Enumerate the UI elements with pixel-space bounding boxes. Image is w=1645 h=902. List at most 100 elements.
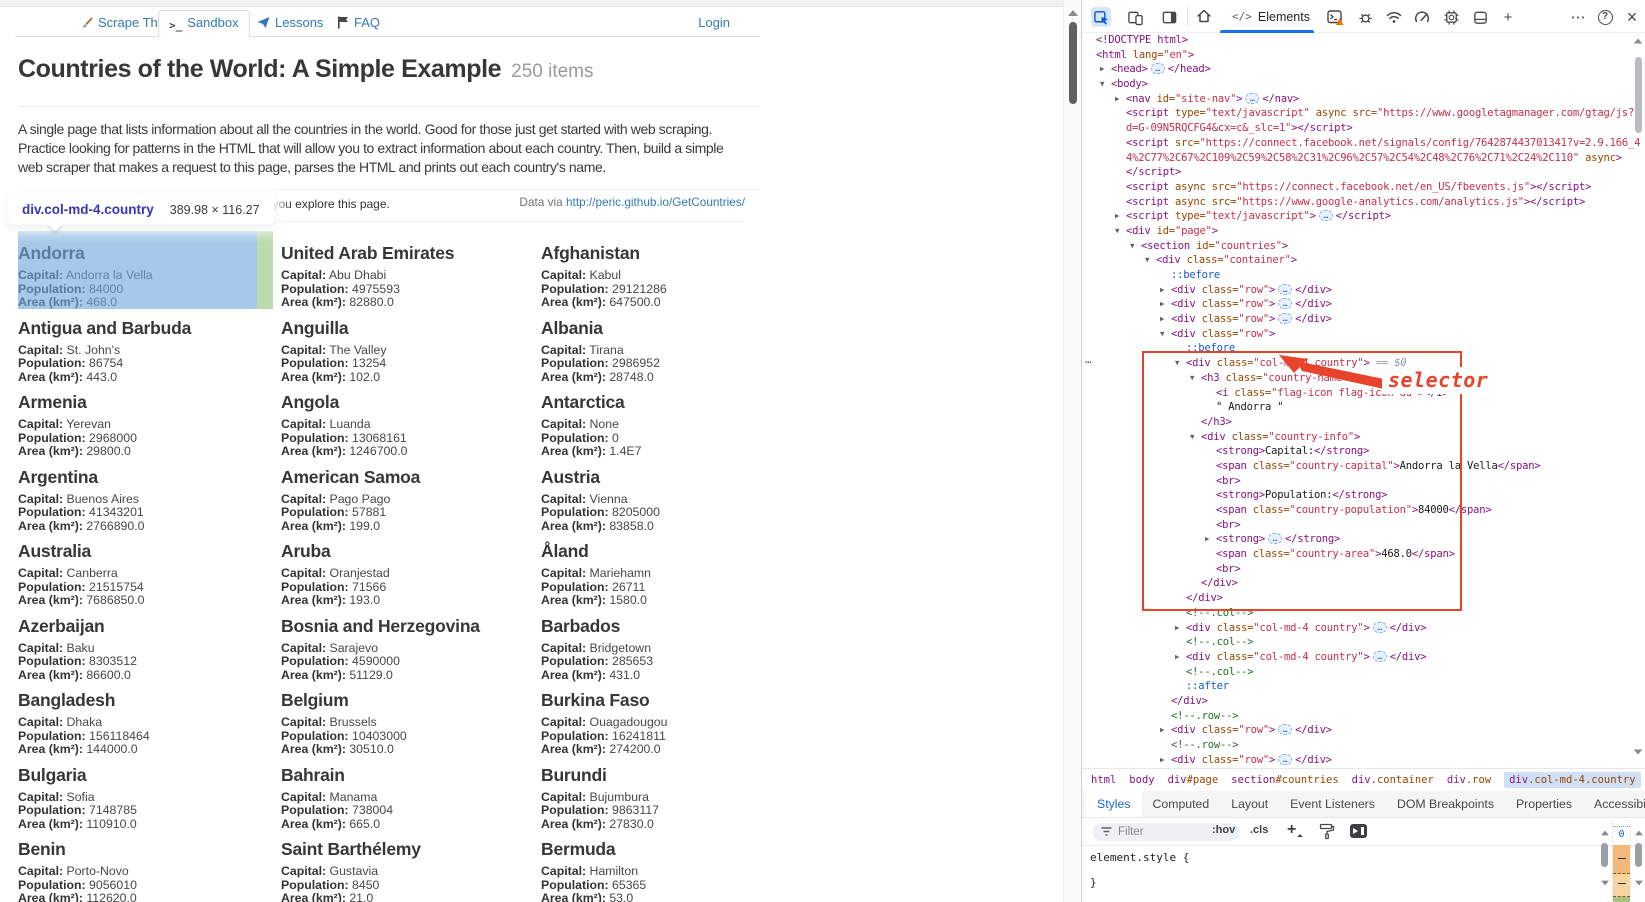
breadcrumb-item[interactable]: div.container: [1352, 774, 1434, 786]
expand-arrow-down-icon[interactable]: ▼: [1100, 77, 1111, 92]
dom-tree-line[interactable]: ▼<body>: [1082, 77, 1645, 92]
expand-arrow-down-icon[interactable]: ▼: [1145, 253, 1156, 268]
nav-item-faq[interactable]: FAQ: [327, 11, 390, 37]
breadcrumb-item[interactable]: html: [1091, 774, 1116, 786]
dom-tree-line[interactable]: </h3>: [1082, 415, 1645, 430]
dom-tree-line[interactable]: ▼<div class="col-md-4 country"> == $0: [1082, 356, 1645, 371]
expand-arrow-right-icon[interactable]: ▶: [1115, 92, 1126, 107]
dom-tree-line[interactable]: </div>: [1082, 576, 1645, 591]
breadcrumb-item[interactable]: div.row: [1447, 774, 1491, 786]
dom-tree-line[interactable]: <i class="flag-icon flag-icon-ad"></i>: [1082, 386, 1645, 401]
dom-tree-line[interactable]: ::before: [1082, 341, 1645, 356]
memory-chip-icon[interactable]: [1441, 7, 1461, 27]
expand-arrow-right-icon[interactable]: ▶: [1160, 723, 1171, 738]
device-emulation-icon[interactable]: [1125, 7, 1145, 27]
breadcrumb-item[interactable]: section#countries: [1231, 774, 1338, 786]
dom-tree-line[interactable]: <!--.col-->: [1082, 665, 1645, 680]
collapsed-ellipsis-icon[interactable]: …: [1278, 298, 1292, 309]
dom-tree-line[interactable]: ▶<strong>…</strong>: [1082, 532, 1645, 547]
dom-tree-line[interactable]: ▶<div class="row">…</div>: [1082, 312, 1645, 327]
dom-tree-line[interactable]: <br>: [1082, 474, 1645, 489]
collapsed-ellipsis-icon[interactable]: …: [1373, 651, 1387, 662]
login-link[interactable]: Login: [698, 15, 730, 30]
dom-tree-line[interactable]: ▼<div class="country-info">: [1082, 430, 1645, 445]
expand-arrow-right-icon[interactable]: ▶: [1175, 621, 1186, 636]
scroll-up-arrow-icon[interactable]: [1601, 831, 1609, 836]
dom-tree-line[interactable]: ::after: [1082, 679, 1645, 694]
dom-tree-line[interactable]: ▶<div class="row">…</div>: [1082, 297, 1645, 312]
dom-tree-line[interactable]: <span class="country-capital">Andorra la…: [1082, 459, 1645, 474]
dom-tree-line[interactable]: <!--.row-->: [1082, 709, 1645, 724]
more-tools-plus-icon[interactable]: +: [1498, 7, 1518, 27]
dom-tree-line[interactable]: ▼<div class="container">: [1082, 253, 1645, 268]
breadcrumb-item[interactable]: body: [1129, 774, 1154, 786]
collapsed-ellipsis-icon[interactable]: …: [1278, 313, 1292, 324]
dom-tree-line[interactable]: <!DOCTYPE html>: [1082, 33, 1645, 48]
expand-arrow-right-icon[interactable]: ▶: [1160, 283, 1171, 298]
dom-tree-line[interactable]: ▶<head>…</head>: [1082, 62, 1645, 77]
nav-item-sandbox[interactable]: >_Sandbox: [158, 10, 250, 38]
dom-tree-line[interactable]: </div>: [1082, 694, 1645, 709]
dom-tree-line[interactable]: ▶<script type="text/javascript">…</scrip…: [1082, 209, 1645, 224]
dom-tree-line[interactable]: </script>: [1082, 165, 1645, 180]
gutter-more-dots[interactable]: …: [1085, 353, 1092, 366]
paint-roller-icon[interactable]: [1319, 823, 1335, 845]
scroll-up-arrow-icon[interactable]: [1635, 831, 1643, 836]
dom-tree-line[interactable]: <span class="country-area">468.0</span>: [1082, 547, 1645, 562]
collapsed-ellipsis-icon[interactable]: …: [1245, 93, 1259, 104]
styles-tab-accessibility[interactable]: Accessibility: [1583, 791, 1645, 817]
dom-tree-line[interactable]: <script async src="https://www.google-an…: [1082, 195, 1645, 210]
dom-tree-line[interactable]: <script type="text/javascript" async src…: [1082, 106, 1645, 121]
dom-tree-line[interactable]: ▶<div class="col-md-4 country">…</div>: [1082, 621, 1645, 636]
expand-arrow-right-icon[interactable]: ▶: [1160, 753, 1171, 768]
expand-arrow-right-icon[interactable]: ▶: [1160, 312, 1171, 327]
dom-tree-line[interactable]: <!--.col-->: [1082, 635, 1645, 650]
dom-tree-line[interactable]: <br>: [1082, 562, 1645, 577]
dom-tree-line[interactable]: ▶<div class="col-md-4 country">…</div>: [1082, 650, 1645, 665]
breadcrumb-item[interactable]: div#page: [1168, 774, 1219, 786]
more-menu-icon[interactable]: ⋯: [1568, 7, 1588, 27]
styles-tab-computed[interactable]: Computed: [1142, 791, 1221, 817]
collapsed-ellipsis-icon[interactable]: …: [1373, 622, 1387, 633]
help-icon[interactable]: ?: [1595, 7, 1615, 27]
nav-item-lessons[interactable]: Lessons: [247, 11, 333, 37]
expand-arrow-down-icon[interactable]: ▼: [1190, 371, 1201, 386]
toggle-class-button[interactable]: .cls: [1250, 824, 1268, 836]
new-style-rule-button[interactable]: +: [1287, 821, 1296, 839]
styles-tab-layout[interactable]: Layout: [1220, 791, 1279, 817]
styles-tab-event-listeners[interactable]: Event Listeners: [1279, 791, 1386, 817]
devtools-outer-scrollbar[interactable]: [1632, 820, 1645, 902]
dom-tree-line[interactable]: ▼<div id="page">: [1082, 224, 1645, 239]
dom-tree-line[interactable]: <span class="country-population">84000</…: [1082, 503, 1645, 518]
scroll-up-arrow-icon[interactable]: [1068, 10, 1078, 16]
application-icon[interactable]: [1470, 7, 1490, 27]
dom-tree-line[interactable]: <strong>Capital:</strong>: [1082, 444, 1645, 459]
dom-tree-line[interactable]: <!--.row-->: [1082, 738, 1645, 753]
close-icon[interactable]: ×: [1622, 7, 1642, 27]
styles-tab-styles[interactable]: Styles: [1086, 791, 1142, 817]
scrollbar-thumb[interactable]: [1601, 843, 1608, 867]
inspect-icon[interactable]: [1091, 7, 1111, 27]
dom-scrollbar-thumb[interactable]: [1635, 57, 1642, 133]
dom-tree-line[interactable]: ▶<div class="row">…</div>: [1082, 283, 1645, 298]
scroll-up-arrow-icon[interactable]: [1634, 38, 1643, 43]
collapsed-ellipsis-icon[interactable]: …: [1268, 533, 1282, 544]
activity-bar-layout-icon[interactable]: [1159, 7, 1179, 27]
toggle-hover-state-button[interactable]: :hov: [1212, 824, 1235, 836]
toggle-sidebar-icon[interactable]: [1350, 824, 1367, 838]
dom-tree-line[interactable]: ▼<div class="row">: [1082, 327, 1645, 342]
expand-arrow-down-icon[interactable]: ▼: [1115, 224, 1126, 239]
performance-gauge-icon[interactable]: [1412, 7, 1432, 27]
dom-tree-line[interactable]: <html lang="en">: [1082, 48, 1645, 63]
dom-tree-line[interactable]: <!--.col-->: [1082, 606, 1645, 621]
expand-arrow-down-icon[interactable]: ▼: [1130, 239, 1141, 254]
issues-bug-icon[interactable]: [1355, 7, 1375, 27]
styles-tab-properties[interactable]: Properties: [1505, 791, 1583, 817]
dom-tree-line[interactable]: </div>: [1082, 591, 1645, 606]
page-scrollbar[interactable]: [1063, 0, 1081, 902]
expand-arrow-down-icon[interactable]: ▼: [1175, 356, 1186, 371]
dom-tree-scrollbar[interactable]: [1632, 33, 1645, 768]
home-icon[interactable]: [1194, 6, 1214, 26]
element-style-rule-open[interactable]: element.style {: [1082, 851, 1645, 864]
dom-tree-line[interactable]: <br>: [1082, 518, 1645, 533]
